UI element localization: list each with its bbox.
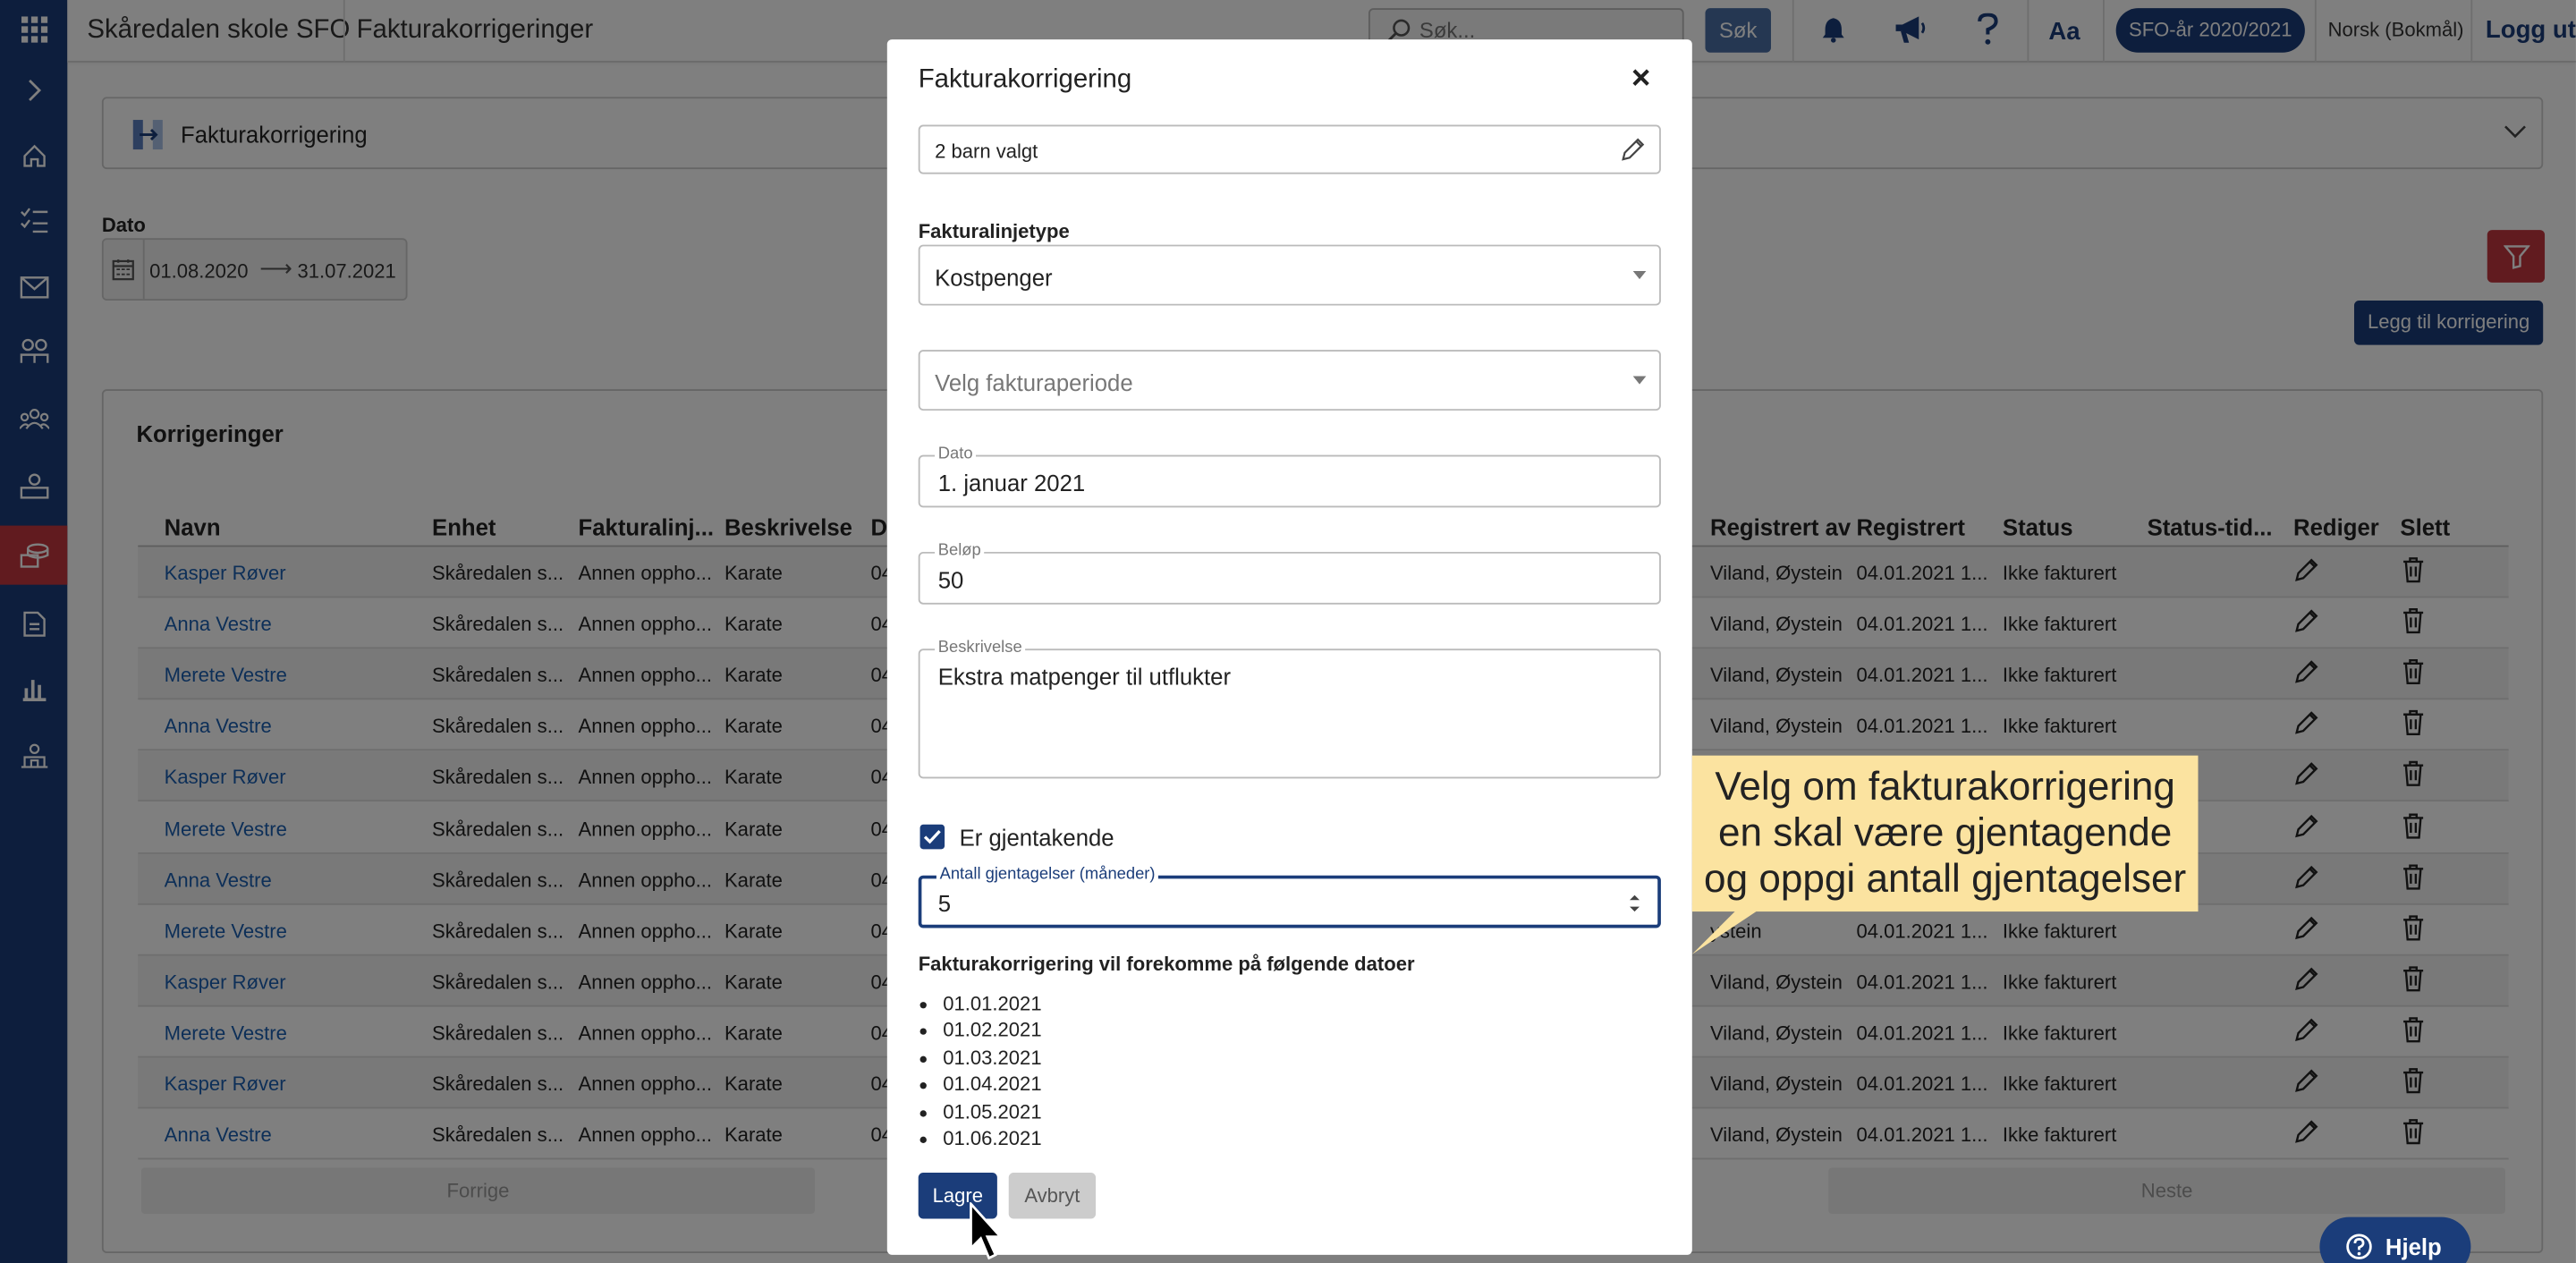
type-value: Kostpenger [935,264,1053,292]
cancel-button[interactable]: Avbryt [1008,1173,1097,1219]
callout-line-3: og oppgi antall gjentagelser [1704,857,2187,903]
amount-field-label: Beløp [935,541,985,561]
period-placeholder: Velg fakturaperiode [935,369,1133,396]
date-list-item: 01.02.2021 [943,1017,1041,1044]
date-list-item: 01.06.2021 [943,1125,1041,1152]
repeat-count-input[interactable]: Antall gjentagelser (måneder) 5 [918,865,1661,928]
close-icon[interactable]: × [1631,59,1650,98]
help-circle-icon [2346,1233,2372,1259]
mouse-cursor-icon [970,1202,1004,1260]
date-field[interactable]: Dato 1. januar 2021 [918,445,1661,508]
recurring-label[interactable]: Er gjentakende [960,825,1114,851]
recurring-checkbox[interactable] [919,824,945,850]
caret-down-icon [1632,270,1647,280]
repeat-count-label: Antall gjentagelser (måneder) [936,865,1159,884]
date-list-item: 01.01.2021 [943,990,1041,1017]
amount-field-value: 50 [937,566,964,593]
spinner-arrows-icon[interactable] [1628,892,1641,915]
description-field-label: Beskrivelse [935,639,1026,657]
help-button[interactable]: Hjelp [2319,1216,2471,1263]
children-selected-text: 2 barn valgt [935,140,1038,163]
date-list-item: 01.03.2021 [943,1044,1041,1071]
date-list-item: 01.04.2021 [943,1072,1041,1098]
date-field-label: Dato [935,445,977,463]
dates-heading: Fakturakorrigering vil forekomme på følg… [918,952,1415,976]
caret-down-icon [1632,376,1647,385]
dates-list: 01.01.202101.02.202101.03.202101.04.2021… [943,990,1041,1152]
callout-line-1: Velg om fakturakorrigering [1715,765,2175,810]
callout-line-2: en skal være gjentagende [1718,811,2173,856]
type-label: Fakturalinjetype [918,220,1070,243]
pencil-icon[interactable] [1620,136,1646,162]
type-select[interactable]: Kostpenger [918,244,1661,306]
callout-pointer [1691,908,1761,954]
modal-title: Fakturakorrigering [918,65,1132,94]
amount-field[interactable]: Beløp 50 [918,541,1661,605]
date-field-value: 1. januar 2021 [937,470,1086,496]
repeat-count-value: 5 [937,890,952,917]
correction-modal: Fakturakorrigering × 2 barn valgt Faktur… [886,39,1692,1255]
date-list-item: 01.05.2021 [943,1098,1041,1125]
checkmark-icon [923,829,941,844]
help-label: Hjelp [2385,1233,2442,1260]
children-selector[interactable]: 2 barn valgt [918,124,1661,174]
period-select[interactable]: Velg fakturaperiode [918,350,1661,411]
description-field-value: Ekstra matpenger til utflukter [937,663,1232,691]
description-field[interactable]: Beskrivelse Ekstra matpenger til utflukt… [918,639,1661,779]
tutorial-callout: Velg om fakturakorrigering en skal være … [1691,755,2199,912]
